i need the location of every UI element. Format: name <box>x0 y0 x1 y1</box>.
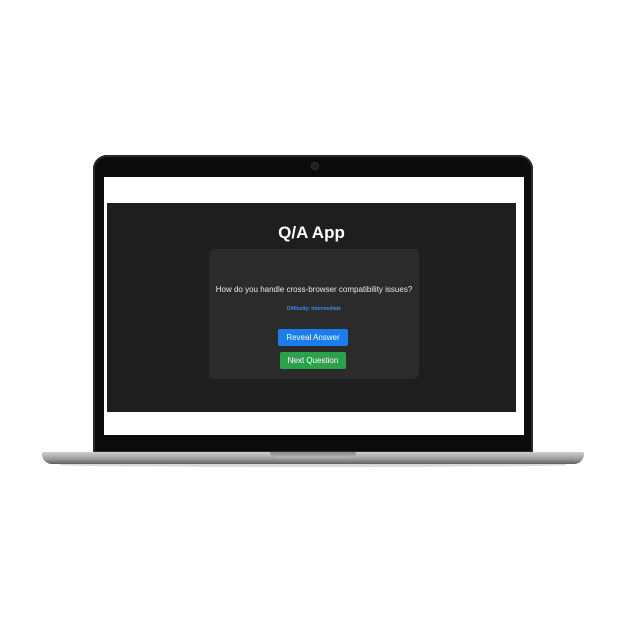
question-card: How do you handle cross-browser compatib… <box>209 249 419 379</box>
question-text: How do you handle cross-browser compatib… <box>215 285 413 294</box>
camera-icon <box>312 163 318 169</box>
laptop-opening-notch <box>270 452 356 458</box>
next-question-button[interactable]: Next Question <box>280 352 346 369</box>
laptop-mockup: Q/A App How do you handle cross-browser … <box>0 0 626 626</box>
difficulty-label: Difficulty: Intermediate <box>286 306 342 312</box>
app-title: Q/A App <box>278 223 345 242</box>
app-viewport: Q/A App How do you handle cross-browser … <box>107 203 516 412</box>
reveal-answer-button[interactable]: Reveal Answer <box>278 329 348 346</box>
laptop-screen: Q/A App How do you handle cross-browser … <box>104 177 524 435</box>
